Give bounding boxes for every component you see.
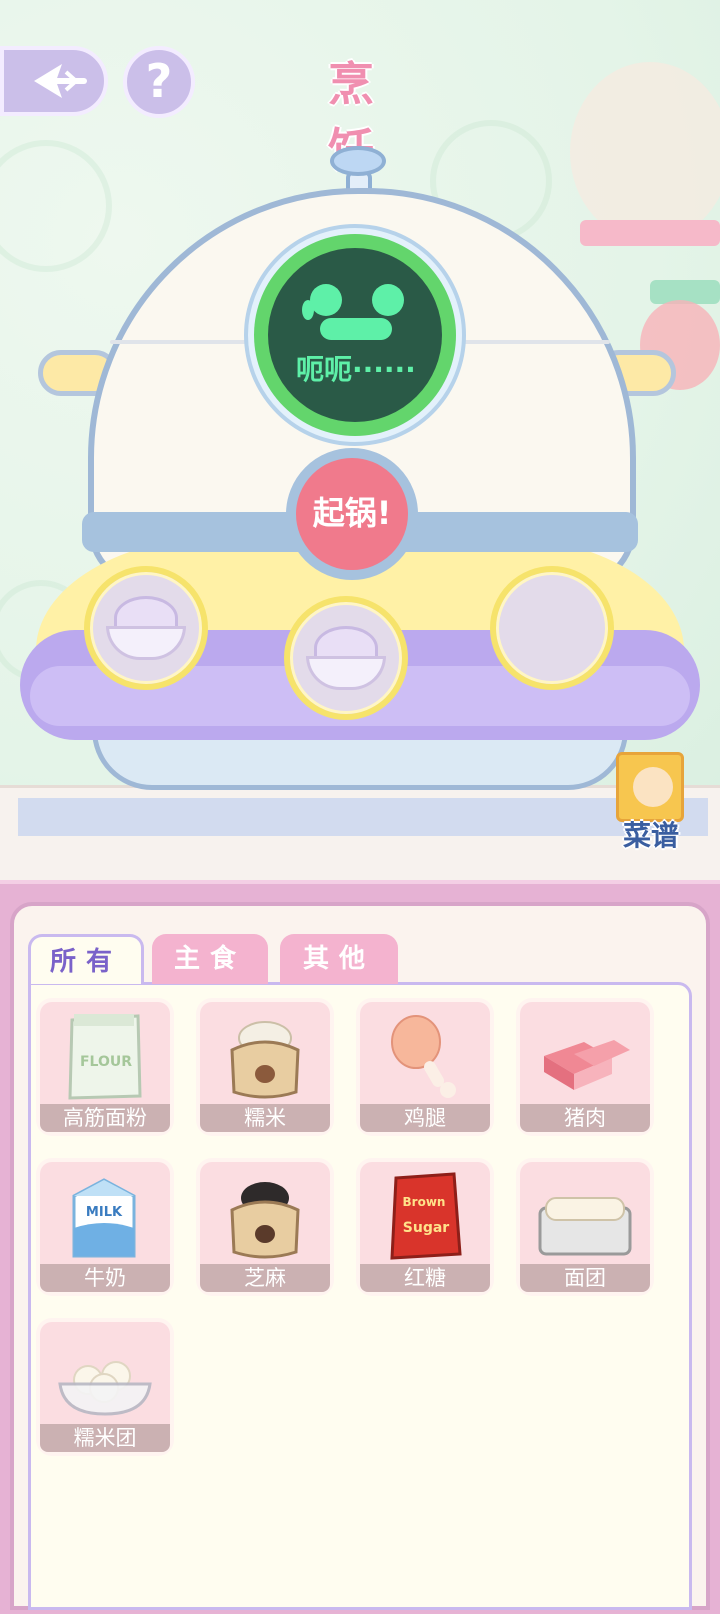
dough-tray-icon <box>538 1197 632 1256</box>
screen-status-text: 呃呃······ <box>296 353 416 386</box>
rice-sack-icon <box>230 1021 300 1099</box>
mouth-icon <box>320 318 392 340</box>
ingredient-item[interactable]: 芝麻 <box>200 1162 330 1292</box>
sesame-sack-icon <box>230 1182 300 1259</box>
ingredient-item[interactable]: FLOUR 高筋面粉 <box>40 1002 170 1132</box>
recipe-book-icon <box>616 752 684 822</box>
ingredient-item[interactable]: 糯米 <box>200 1002 330 1132</box>
recipe-book-label: 菜谱 <box>622 819 679 852</box>
sweat-drop-icon <box>302 300 314 320</box>
flour-bag-icon: FLOUR <box>68 1014 142 1100</box>
milk-carton-text: MILK <box>86 1205 123 1220</box>
ingredient-item[interactable]: MILK 牛奶 <box>40 1162 170 1292</box>
ingredient-label: 牛奶 <box>40 1264 170 1292</box>
ingredient-label: 芝麻 <box>200 1264 330 1292</box>
rice-ball-bowl-icon <box>58 1361 152 1416</box>
ingredient-item[interactable]: 猪肉 <box>520 1002 650 1132</box>
ingredient-item[interactable]: 糯米团 <box>40 1322 170 1452</box>
brown-sugar-icon: Brown Sugar <box>390 1172 462 1260</box>
ingredient-label: 鸡腿 <box>360 1104 490 1132</box>
chicken-leg-icon <box>391 1015 456 1098</box>
brown-sugar-text-2: Sugar <box>403 1220 450 1236</box>
antenna-icon <box>330 146 386 176</box>
ingredient-label: 糯米团 <box>40 1424 170 1452</box>
ingredient-item[interactable]: 鸡腿 <box>360 1002 490 1132</box>
tab-all[interactable]: 所有 <box>28 934 144 984</box>
tab-other[interactable]: 其他 <box>280 934 398 984</box>
flour-bag-text: FLOUR <box>80 1054 132 1070</box>
ingredient-label: 红糖 <box>360 1264 490 1292</box>
cat-icon <box>633 767 673 807</box>
cook-button[interactable]: 起锅! <box>286 448 418 580</box>
ingredient-slot-2[interactable] <box>284 596 408 720</box>
bowl-icon <box>306 656 386 690</box>
brown-sugar-text-1: Brown <box>403 1195 446 1209</box>
ingredient-item[interactable]: Brown Sugar 红糖 <box>360 1162 490 1292</box>
bowl-icon <box>106 626 186 660</box>
ingredient-slot-3[interactable] <box>490 566 614 690</box>
right-eye-icon <box>372 284 404 316</box>
left-eye-icon <box>310 284 342 316</box>
recipe-book-button[interactable]: 菜谱 <box>612 752 690 852</box>
ingredient-label: 面团 <box>520 1264 650 1292</box>
ingredient-label: 猪肉 <box>520 1104 650 1132</box>
milk-carton-icon: MILK <box>72 1178 136 1258</box>
ingredient-slot-1[interactable] <box>84 566 208 690</box>
ingredient-label: 高筋面粉 <box>40 1104 170 1132</box>
ingredient-item[interactable]: 面团 <box>520 1162 650 1292</box>
cooker-machine: 呃呃······ 起锅! <box>0 0 720 880</box>
pork-icon <box>544 1040 630 1090</box>
ingredient-label: 糯米 <box>200 1104 330 1132</box>
cook-button-label: 起锅! <box>312 494 392 532</box>
tab-staple[interactable]: 主食 <box>152 934 268 984</box>
